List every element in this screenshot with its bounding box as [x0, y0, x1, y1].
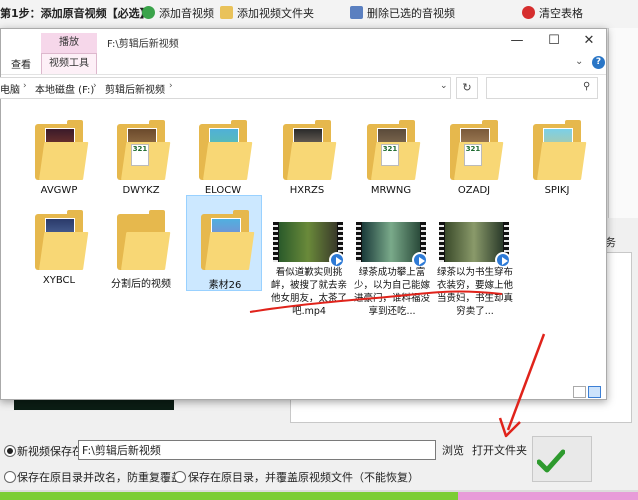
title-bar: 播放 F:\剪辑后新视频 — ☐ ✕ [1, 29, 606, 53]
folder-icon [35, 210, 89, 270]
folder-icon [35, 120, 89, 180]
save-rename-label: 保存在原目录并改名，防重复覆盖 [17, 471, 182, 484]
save-rename-radio[interactable] [4, 471, 16, 483]
save-overwrite-label: 保存在原目录，并覆盖原视频文件（不能恢复） [188, 471, 419, 484]
clear-table-button[interactable]: 清空表格 [522, 6, 583, 22]
save-to-radio[interactable] [4, 445, 16, 457]
delete-list-icon [350, 6, 363, 19]
add-folder-label: 添加视频文件夹 [237, 7, 314, 20]
app-toolbar: 第1步：添加原音视频【必选】 添加音视频 添加视频文件夹 删除已选的音视频 清空… [0, 0, 638, 29]
annotation-arrow [498, 333, 546, 438]
breadcrumb-folder[interactable]: 剪辑后新视频 [105, 81, 165, 96]
folder-name: 分割后的视频 [111, 279, 171, 290]
maximize-button[interactable]: ☐ [536, 29, 572, 53]
breadcrumb-drive[interactable]: 本地磁盘 (F:) [35, 81, 94, 96]
view-toggle [571, 386, 601, 401]
folder-add-icon [220, 6, 233, 19]
add-folder-button[interactable]: 添加视频文件夹 [220, 6, 314, 22]
folder-item[interactable]: 321 OZADJ [436, 112, 512, 208]
add-audio-button[interactable]: 添加音视频 [142, 6, 214, 22]
clear-icon [522, 6, 535, 19]
chevron-right-icon[interactable]: › [169, 81, 173, 91]
badge-text: 321 [381, 144, 399, 166]
contextual-tab-header: 播放 [41, 33, 97, 53]
folder-name: OZADJ [457, 185, 491, 196]
chevron-right-icon[interactable]: › [23, 81, 27, 91]
tab-view[interactable]: 查看 [11, 56, 31, 71]
folder-name: SPIKJ [544, 185, 570, 196]
large-icons-view-icon[interactable] [588, 386, 601, 398]
browse-button[interactable]: 浏览 [442, 442, 464, 458]
save-to-label: 新视频保存在: [17, 445, 87, 458]
folder-icon [199, 120, 253, 180]
folder-icon [201, 210, 255, 270]
progress-segment [458, 492, 638, 500]
chevron-right-icon[interactable]: › [93, 81, 97, 91]
refresh-button[interactable]: ↻ [456, 77, 478, 99]
folder-icon [533, 120, 587, 180]
tab-video-tools[interactable]: 视频工具 [41, 53, 97, 74]
delete-checked-label: 删除已选的音视频 [367, 7, 455, 20]
details-view-icon[interactable] [573, 386, 586, 398]
window-title: F:\剪辑后新视频 [107, 39, 179, 50]
chevron-down-icon[interactable]: ⌄ [575, 56, 583, 67]
badge-text: 321 [131, 144, 149, 166]
minimize-button[interactable]: — [499, 29, 535, 53]
checkmark-icon [537, 449, 565, 473]
clear-table-label: 清空表格 [539, 7, 583, 20]
task-list-panel [603, 252, 632, 414]
folder-item[interactable]: 321 DWYKZ [103, 112, 179, 208]
open-folder-button[interactable]: 打开文件夹 [472, 442, 527, 458]
background-panel [608, 28, 638, 218]
folder-name: HXRZS [289, 185, 325, 196]
progress-fill [0, 492, 459, 500]
folder-item[interactable]: SPIKJ [519, 112, 595, 208]
folder-item[interactable]: 321 MRWNG [353, 112, 429, 208]
folder-item[interactable]: HXRZS [269, 112, 345, 208]
annotation-underline [249, 290, 503, 313]
search-input[interactable] [486, 77, 598, 99]
folder-icon: 321 [367, 120, 421, 180]
folder-item[interactable]: XYBCL [21, 202, 97, 298]
chevron-down-icon[interactable]: ⌄ [440, 81, 448, 91]
folder-item[interactable]: AVGWP [21, 112, 97, 208]
folder-name: MRWNG [370, 185, 412, 196]
add-audio-label: 添加音视频 [159, 7, 214, 20]
add-icon [142, 6, 155, 19]
folder-icon [117, 210, 171, 270]
folder-icon [283, 120, 337, 180]
breadcrumb-computer[interactable]: 电脑 [0, 81, 20, 96]
folder-name: XYBCL [42, 275, 76, 286]
delete-checked-button[interactable]: 删除已选的音视频 [350, 6, 455, 22]
save-path-input[interactable]: F:\剪辑后新视频 [78, 440, 436, 460]
output-list [290, 400, 632, 423]
refresh-icon: ↻ [462, 81, 472, 94]
folder-item[interactable]: 分割后的视频 [103, 202, 179, 298]
folder-name: AVGWP [40, 185, 78, 196]
close-button[interactable]: ✕ [571, 29, 607, 53]
folder-icon: 321 [117, 120, 171, 180]
save-overwrite-radio[interactable] [174, 471, 186, 483]
start-button[interactable] [532, 436, 592, 482]
help-icon[interactable]: ? [592, 56, 605, 69]
folder-item[interactable]: ELOCW [185, 112, 261, 208]
folder-icon: 321 [450, 120, 504, 180]
step-label: 第1步：添加原音视频【必选】 [0, 7, 151, 20]
folder-name: DWYKZ [122, 185, 160, 196]
search-icon: ⚲ [583, 81, 591, 92]
badge-text: 321 [464, 144, 482, 166]
